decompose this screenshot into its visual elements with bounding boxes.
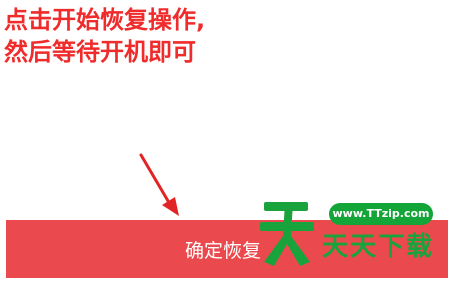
- arrow-down-right-icon: [139, 153, 179, 216]
- confirm-restore-label: 确定恢复: [185, 240, 262, 262]
- instruction-text: 点击开始恢复操作, 然后等待开机即可: [4, 4, 205, 68]
- instruction-line-1: 点击开始恢复操作,: [4, 6, 206, 34]
- ttzip-logo: [260, 202, 314, 266]
- screen: 点击开始恢复操作, 然后等待开机即可 确定恢复 www.TTzip.com 天天…: [0, 0, 455, 290]
- watermark-text: 天天下载: [322, 232, 435, 262]
- watermark-url: www.TTzip.com: [332, 207, 430, 220]
- instruction-line-2: 然后等待开机即可: [4, 38, 196, 66]
